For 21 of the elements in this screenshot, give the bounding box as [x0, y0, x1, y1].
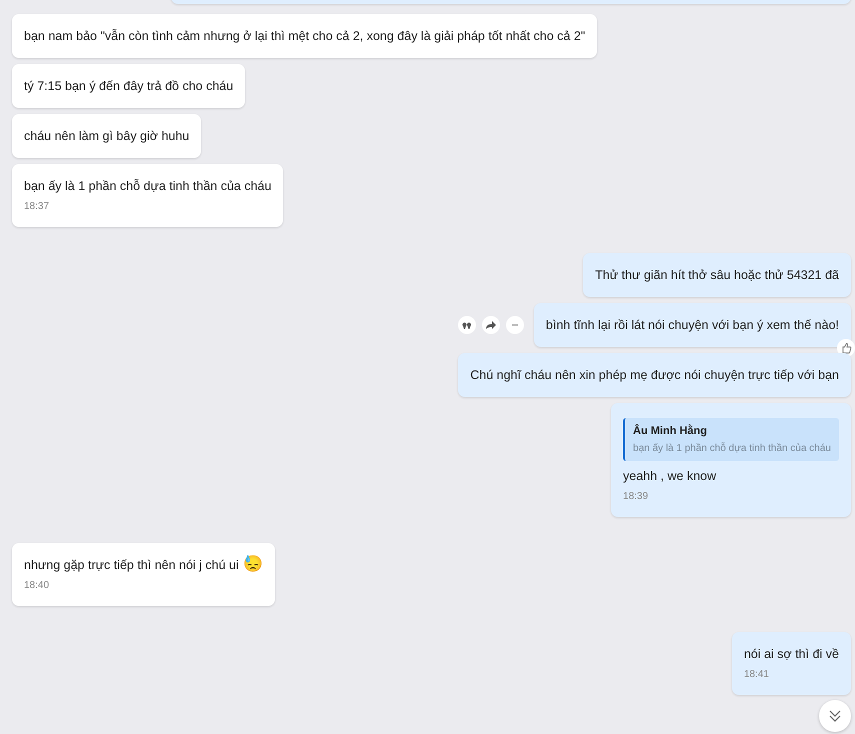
message-text: yeahh , we know [623, 469, 716, 483]
message-text: Chú nghĩ cháu nên xin phép mẹ được nói chuyện trực tiếp với bạn [470, 368, 839, 382]
message-time: 18:37 [24, 201, 50, 212]
quote-icon[interactable] [458, 316, 476, 334]
scroll-down-button[interactable] [819, 700, 851, 732]
message-text: bạn nam bảo "vẫn còn tình cảm nhưng ở lại thì mệt cho cả 2, xong đây là giải pháp tốt nhất cho cả 2" [24, 29, 586, 43]
quote-text: bạn ấy là 1 phần chỗ dựa tinh thần của cháu [633, 443, 831, 454]
message-text: nói ai sợ thì đi về [744, 647, 839, 661]
message-time: 18:40 [24, 580, 50, 591]
quoted-message[interactable]: Âu Minh Hằng bạn ấy là 1 phần chỗ dựa tinh thần của cháu [623, 418, 839, 461]
message-text: bạn ấy là 1 phần chỗ dựa tinh thần của cháu [24, 179, 272, 193]
message-text: tý 7:15 bạn ý đến đây trả đồ cho cháu [24, 79, 234, 93]
quote-author: Âu Minh Hằng [633, 425, 708, 437]
message-text: bình tĩnh lại rồi lát nói chuyện với bạn ý xem thế nào! [546, 318, 839, 332]
message-text: cháu nên làm gì bây giờ huhu [24, 129, 190, 143]
message-text: Thử thư giãn hít thở sâu hoặc thử 54321 đã [595, 268, 839, 282]
share-icon[interactable] [482, 316, 500, 334]
message-time: 18:39 [623, 491, 650, 502]
message-text: nhưng gặp trực tiếp thì nên nói j chú ui [24, 558, 239, 572]
double-chevron-icon [827, 708, 843, 724]
message-time: 18:41 [744, 669, 770, 680]
